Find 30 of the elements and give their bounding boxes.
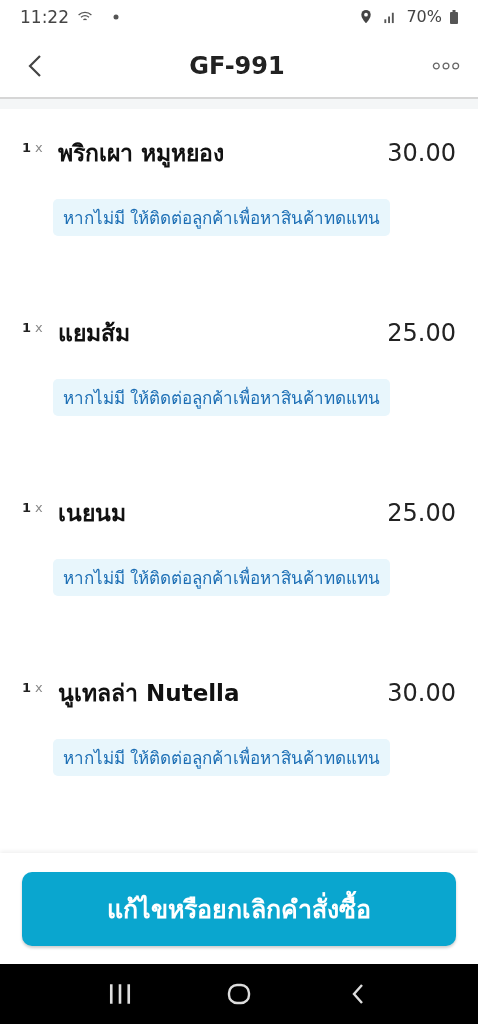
item-price: 25.00 [387, 499, 456, 528]
item-name: แยมส้ม [58, 319, 131, 349]
item-name: เนยนม [58, 499, 127, 529]
item-note: หากไม่มี ให้ติดต่อลูกค้าเพื่อหาสินค้าทดแทน [53, 739, 391, 777]
times-sign: x [35, 500, 43, 516]
edit-cancel-order-button[interactable]: แก้ไขหรือยกเลิกคำสั่งซื้อ [22, 871, 456, 946]
item-name: นูเทลล่า Nutella [58, 679, 241, 710]
times-sign: x [35, 680, 43, 696]
more-icon [432, 60, 460, 71]
quantity: 1 [22, 140, 32, 156]
item-note: หากไม่มี ให้ติดต่อลูกค้าเพื่อหาสินค้าทดแทน [53, 379, 391, 417]
quantity: 1 [22, 680, 32, 696]
home-icon[interactable] [227, 983, 251, 1005]
recent-apps-icon[interactable] [107, 983, 132, 1005]
item-price: 30.00 [387, 679, 456, 708]
back-icon [28, 53, 42, 78]
quantity: 1 [22, 500, 32, 516]
quantity: 1 [22, 320, 32, 336]
item-price: 25.00 [387, 319, 456, 348]
item-note: หากไม่มี ให้ติดต่อลูกค้าเพื่อหาสินค้าทดแทน [53, 559, 391, 597]
battery-percent: 70% [406, 7, 442, 27]
times-sign: x [35, 320, 43, 336]
notification-dot-icon [113, 13, 119, 20]
status-time: 11:22 [20, 6, 69, 27]
item-price: 30.00 [387, 139, 456, 168]
item-name: พริกเผา หมูหยอง [58, 139, 225, 170]
item-note: หากไม่มี ให้ติดต่อลูกค้าเพื่อหาสินค้าทดแทน [53, 199, 391, 237]
times-sign: x [35, 140, 43, 156]
page-title: GF-991 [189, 51, 285, 80]
battery-icon [450, 9, 458, 24]
